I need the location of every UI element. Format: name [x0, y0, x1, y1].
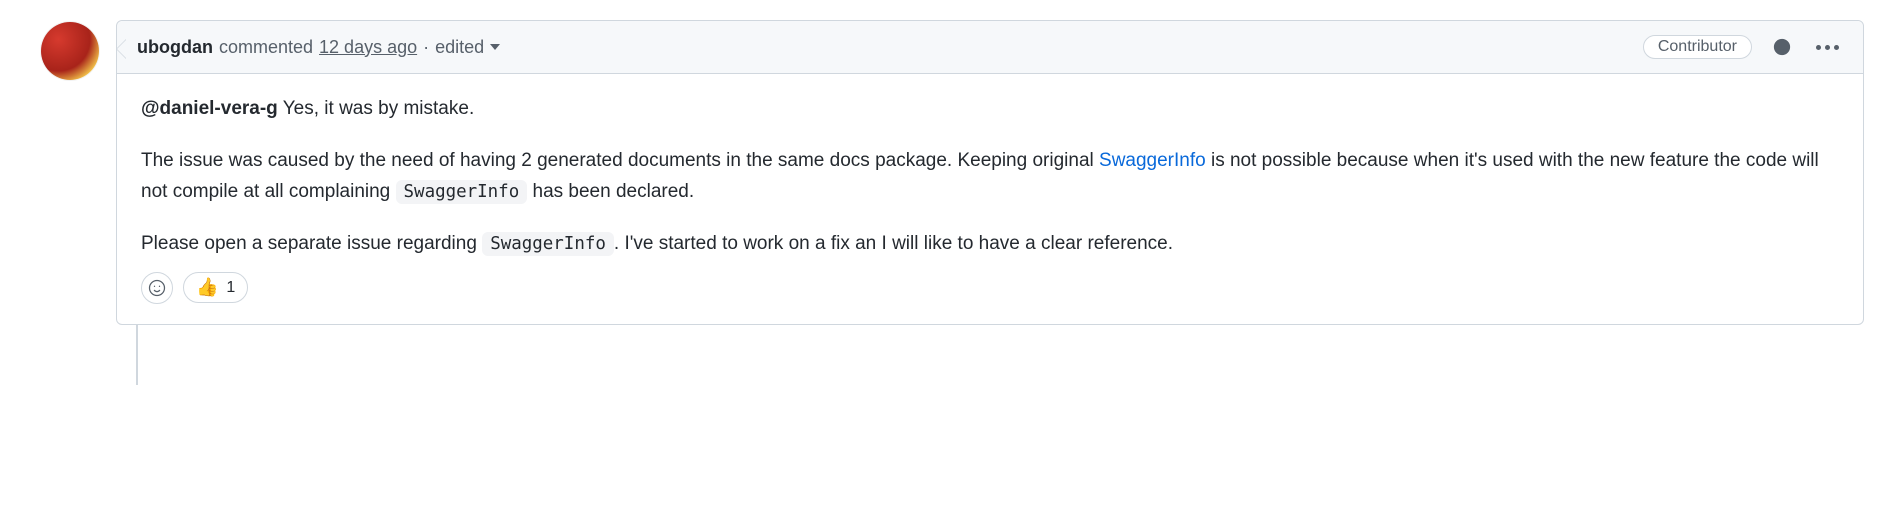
smiley-icon — [1772, 37, 1792, 57]
kebab-menu-button[interactable] — [1812, 41, 1843, 54]
comment-paragraph: @daniel-vera-g Yes, it was by mistake. — [141, 94, 1839, 124]
chevron-down-icon — [490, 44, 500, 50]
kebab-icon — [1816, 45, 1839, 50]
commented-label: commented — [219, 37, 313, 58]
comment-paragraph: Please open a separate issue regarding S… — [141, 229, 1839, 259]
code-reference-link[interactable]: SwaggerInfo — [1099, 150, 1206, 171]
add-reaction-button[interactable] — [1768, 33, 1796, 61]
smiley-icon — [147, 278, 167, 298]
reaction-count: 1 — [226, 279, 235, 297]
inline-code: SwaggerInfo — [482, 232, 614, 256]
edited-label: edited — [435, 37, 484, 58]
comment-text: . I've started to work on a fix an I wil… — [614, 233, 1173, 254]
user-mention[interactable]: @daniel-vera-g — [141, 98, 278, 119]
avatar[interactable] — [41, 22, 99, 80]
role-badge: Contributor — [1643, 35, 1752, 59]
comment-text: Yes, it was by mistake. — [278, 98, 474, 119]
comment-header: ubogdan commented 12 days ago · edited C… — [117, 21, 1863, 74]
comment-text: Please open a separate issue regarding — [141, 233, 482, 254]
thumbs-up-icon: 👍 — [196, 277, 218, 298]
inline-code: SwaggerInfo — [396, 180, 528, 204]
comment-body: @daniel-vera-g Yes, it was by mistake. T… — [117, 74, 1863, 324]
comment-box: ubogdan commented 12 days ago · edited C… — [116, 20, 1864, 325]
reaction-picker-button[interactable] — [141, 272, 173, 304]
comment-paragraph: The issue was caused by the need of havi… — [141, 146, 1839, 207]
separator-dot: · — [423, 37, 429, 58]
comment-text: has been declared. — [527, 181, 694, 202]
edited-dropdown[interactable]: edited — [435, 37, 500, 58]
timestamp-link[interactable]: 12 days ago — [319, 37, 417, 58]
reaction-thumbs-up[interactable]: 👍 1 — [183, 272, 248, 303]
author-link[interactable]: ubogdan — [137, 37, 213, 58]
reaction-bar: 👍 1 — [141, 272, 1839, 304]
comment-text: The issue was caused by the need of havi… — [141, 150, 1099, 171]
